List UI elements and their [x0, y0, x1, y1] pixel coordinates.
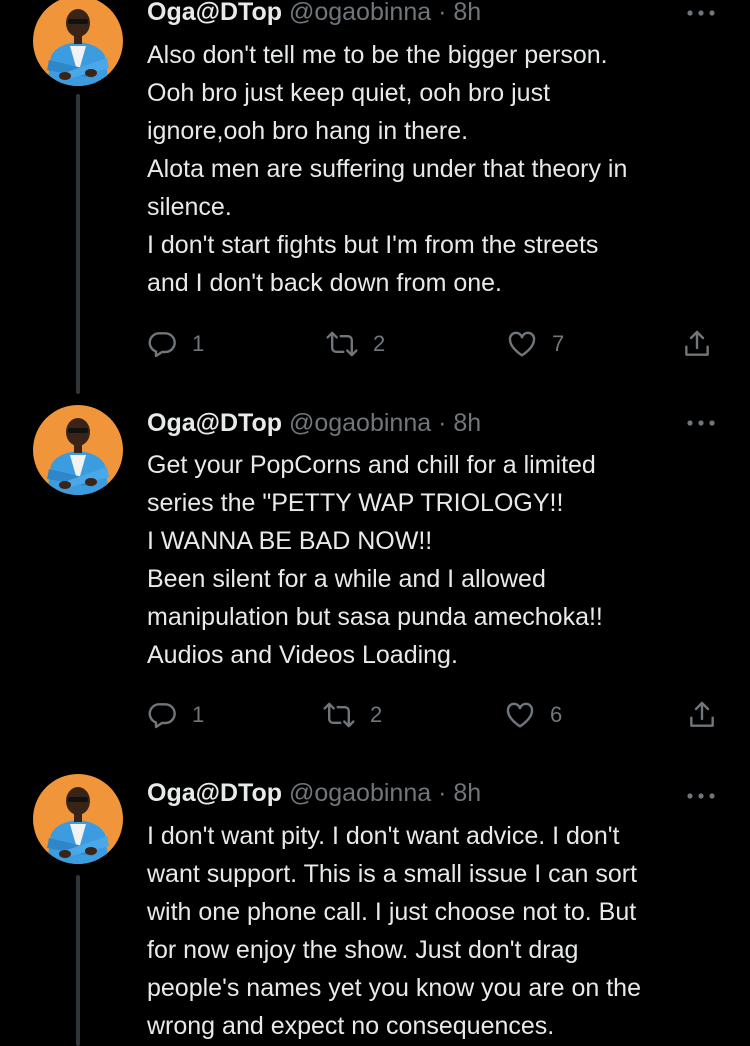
share-button[interactable]	[681, 324, 713, 364]
tweet-header: Oga@DTop @ogaobinna · 8h	[147, 0, 481, 27]
display-name[interactable]: Oga@DTop	[147, 779, 282, 807]
like-button[interactable]: 6	[504, 695, 562, 735]
tweet-text-line: want support. This is a small issue I ca…	[147, 860, 638, 888]
tweet-text-line: series the "PETTY WAP TRIOLOGY!!	[147, 489, 564, 517]
tweet-text-line: Ooh bro just keep quiet, ooh bro just	[147, 79, 551, 107]
tweet-text-line: with one phone call. I just choose not t…	[147, 898, 637, 926]
tweet-text-line: Audios and Videos Loading.	[147, 641, 458, 669]
like-count: 7	[552, 331, 565, 356]
avatar[interactable]	[33, 774, 123, 864]
avatar[interactable]	[33, 405, 123, 495]
tweet-text-line: I don't start fights but I'm from the st…	[147, 231, 599, 259]
share-icon	[686, 699, 718, 731]
retweet-icon	[325, 329, 359, 359]
tweet-text-line: Get your PopCorns and chill for a limite…	[147, 451, 596, 479]
more-icon[interactable]	[684, 413, 718, 433]
tweet-text-line: manipulation but sasa punda amechoka!!	[147, 603, 603, 631]
tweet-text-line: I don't want pity. I don't want advice. …	[147, 822, 620, 850]
share-icon	[681, 328, 713, 360]
heart-icon	[506, 328, 538, 360]
retweet-button[interactable]: 2	[325, 324, 385, 364]
tweet-text-line: wrong and expect no consequences.	[147, 1012, 555, 1040]
tweet-actions: 1 2 7	[0, 324, 750, 364]
reply-button[interactable]: 1	[146, 324, 204, 364]
tweet-text-line: silence.	[147, 193, 232, 221]
tweet-text-line: and I don't back down from one.	[147, 269, 502, 297]
display-name[interactable]: Oga@DTop	[147, 0, 282, 26]
reply-icon	[146, 328, 178, 360]
like-button[interactable]: 7	[506, 324, 564, 364]
share-button[interactable]	[686, 695, 718, 735]
tweet-text-line: I WANNA BE BAD NOW!!	[147, 527, 433, 555]
tweet-text-line: people's names yet you know you are on t…	[147, 974, 641, 1002]
tweet-text-line: Alota men are suffering under that theor…	[147, 155, 628, 183]
tweet[interactable]: Oga@DTop @ogaobinna · 8h Also don't tell…	[0, 0, 750, 395]
retweet-icon	[322, 700, 356, 730]
tweet-text: I don't want pity. I don't want advice. …	[147, 817, 727, 1045]
tweet-text-line: Been silent for a while and I allowed	[147, 565, 546, 593]
tweet-header: Oga@DTop @ogaobinna · 8h	[147, 408, 481, 438]
reply-count: 1	[192, 331, 205, 356]
timestamp[interactable]: 8h	[453, 409, 481, 437]
reply-icon	[146, 699, 178, 731]
separator-dot: ·	[438, 779, 447, 807]
tweet-actions: 1 2 6	[0, 695, 750, 735]
tweet-text-line: ignore,ooh bro hang in there.	[147, 117, 469, 145]
like-count: 6	[550, 702, 563, 727]
display-name[interactable]: Oga@DTop	[147, 409, 282, 437]
timestamp[interactable]: 8h	[453, 0, 481, 26]
retweet-button[interactable]: 2	[322, 695, 382, 735]
retweet-count: 2	[373, 331, 386, 356]
separator-dot: ·	[438, 409, 447, 437]
user-handle[interactable]: @ogaobinna	[289, 0, 431, 26]
more-icon[interactable]	[684, 786, 718, 806]
tweet[interactable]: Oga@DTop @ogaobinna · 8h Get your PopCor…	[0, 395, 750, 765]
reply-count: 1	[192, 702, 205, 727]
avatar[interactable]	[33, 0, 123, 86]
tweet[interactable]: Oga@DTop @ogaobinna · 8h I don't want pi…	[0, 765, 750, 1046]
tweet-header: Oga@DTop @ogaobinna · 8h	[147, 778, 481, 808]
tweet-text-line: Also don't tell me to be the bigger pers…	[147, 41, 608, 69]
tweet-text: Get your PopCorns and chill for a limite…	[147, 446, 727, 674]
more-icon[interactable]	[684, 3, 718, 23]
tweet-text: Also don't tell me to be the bigger pers…	[147, 36, 727, 302]
user-handle[interactable]: @ogaobinna	[289, 779, 431, 807]
tweet-text-line: for now enjoy the show. Just don't drag	[147, 936, 579, 964]
user-handle[interactable]: @ogaobinna	[289, 409, 431, 437]
heart-icon	[504, 699, 536, 731]
timestamp[interactable]: 8h	[453, 779, 481, 807]
thread-line	[76, 875, 80, 1046]
reply-button[interactable]: 1	[146, 695, 204, 735]
retweet-count: 2	[370, 702, 383, 727]
separator-dot: ·	[438, 0, 447, 26]
